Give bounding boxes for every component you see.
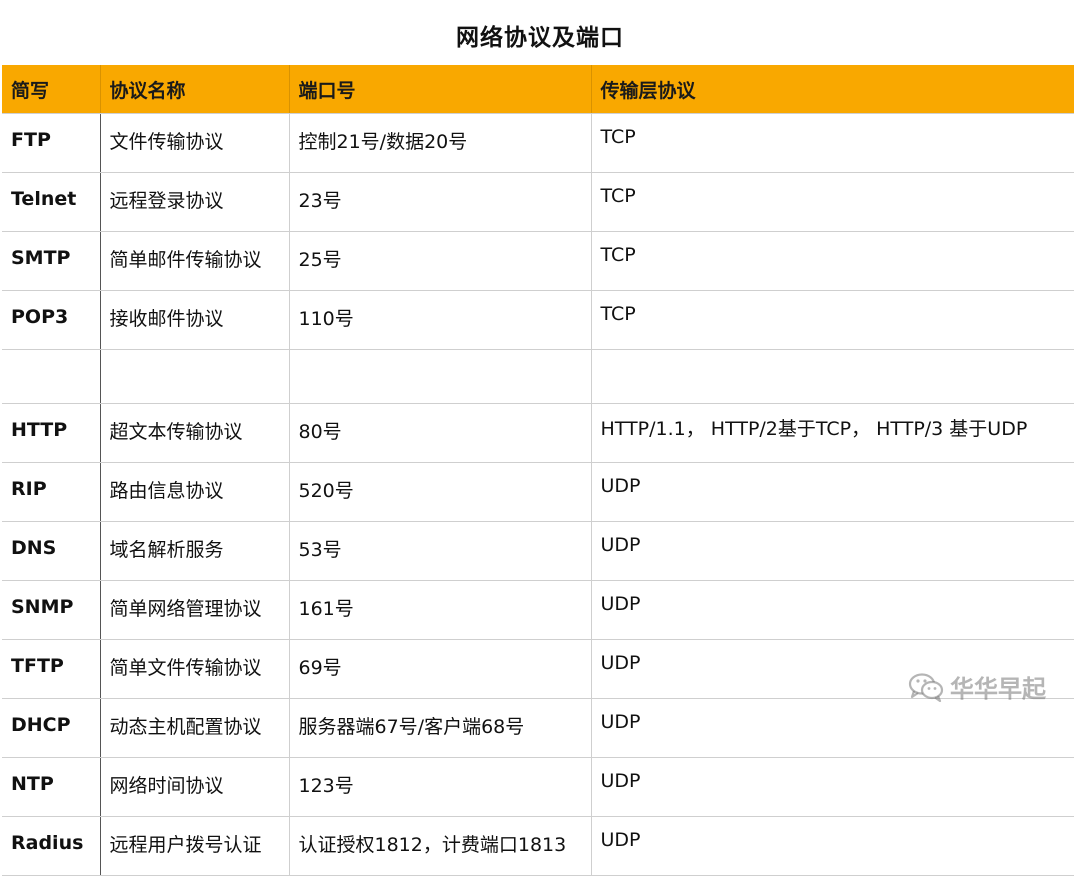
cell-port: 认证授权1812，计费端口1813 (289, 816, 592, 876)
cell-transport (591, 349, 1074, 404)
table-row: FTP 文件传输协议 控制21号/数据20号 TCP (2, 113, 1074, 173)
cell-transport: TCP (591, 231, 1074, 291)
table-row-empty (2, 349, 1074, 404)
cell-protocol-name: 超文本传输协议 (100, 403, 290, 463)
table-row: HTTP 超文本传输协议 80号 HTTP/1.1， HTTP/2基于TCP， … (2, 403, 1074, 463)
table-row: POP3 接收邮件协议 110号 TCP (2, 290, 1074, 350)
cell-transport: UDP (591, 698, 1074, 758)
cell-protocol-name: 动态主机配置协议 (100, 698, 290, 758)
cell-abbreviation: Radius (2, 816, 101, 876)
header-protocol-name: 协议名称 (100, 65, 290, 114)
cell-port: 123号 (289, 757, 592, 817)
table-row: DHCP 动态主机配置协议 服务器端67号/客户端68号 UDP (2, 698, 1074, 758)
cell-transport: HTTP/1.1， HTTP/2基于TCP， HTTP/3 基于UDP (591, 403, 1074, 463)
cell-port: 80号 (289, 403, 592, 463)
cell-protocol-name: 文件传输协议 (100, 113, 290, 173)
cell-protocol-name: 路由信息协议 (100, 462, 290, 522)
cell-port: 53号 (289, 521, 592, 581)
cell-protocol-name: 域名解析服务 (100, 521, 290, 581)
table-row: NTP 网络时间协议 123号 UDP (2, 757, 1074, 817)
page-title: 网络协议及端口 (456, 25, 624, 51)
cell-transport: UDP (591, 462, 1074, 522)
cell-protocol-name: 远程登录协议 (100, 172, 290, 232)
cell-port: 控制21号/数据20号 (289, 113, 592, 173)
watermark-text: 华华早起 (950, 675, 1046, 703)
cell-transport: UDP (591, 580, 1074, 640)
cell-abbreviation: TFTP (2, 639, 101, 699)
cell-abbreviation: HTTP (2, 403, 101, 463)
table-row: RIP 路由信息协议 520号 UDP (2, 462, 1074, 522)
cell-abbreviation: SNMP (2, 580, 101, 640)
cell-port: 161号 (289, 580, 592, 640)
cell-abbreviation: RIP (2, 462, 101, 522)
cell-protocol-name: 简单网络管理协议 (100, 580, 290, 640)
cell-transport: UDP (591, 757, 1074, 817)
cell-protocol-name: 简单文件传输协议 (100, 639, 290, 699)
cell-transport: TCP (591, 290, 1074, 350)
table-header-row: 简写 协议名称 端口号 传输层协议 (2, 65, 1074, 114)
wechat-icon (908, 672, 944, 702)
cell-protocol-name (100, 349, 290, 404)
cell-abbreviation (2, 349, 101, 404)
cell-port (289, 349, 592, 404)
cell-transport: UDP (591, 521, 1074, 581)
cell-port: 110号 (289, 290, 592, 350)
cell-abbreviation: POP3 (2, 290, 101, 350)
cell-abbreviation: FTP (2, 113, 101, 173)
cell-protocol-name: 远程用户拨号认证 (100, 816, 290, 876)
protocol-port-table: 简写 协议名称 端口号 传输层协议 FTP 文件传输协议 控制21号/数据20号… (2, 65, 1074, 876)
table-row: SNMP 简单网络管理协议 161号 UDP (2, 580, 1074, 640)
cell-abbreviation: SMTP (2, 231, 101, 291)
header-port: 端口号 (289, 65, 592, 114)
cell-abbreviation: DHCP (2, 698, 101, 758)
cell-port: 69号 (289, 639, 592, 699)
cell-protocol-name: 接收邮件协议 (100, 290, 290, 350)
table-row: DNS 域名解析服务 53号 UDP (2, 521, 1074, 581)
cell-transport: UDP (591, 816, 1074, 876)
cell-port: 25号 (289, 231, 592, 291)
cell-transport: TCP (591, 113, 1074, 173)
cell-protocol-name: 网络时间协议 (100, 757, 290, 817)
cell-port: 服务器端67号/客户端68号 (289, 698, 592, 758)
cell-abbreviation: DNS (2, 521, 101, 581)
table-row: Telnet 远程登录协议 23号 TCP (2, 172, 1074, 232)
table-row: SMTP 简单邮件传输协议 25号 TCP (2, 231, 1074, 291)
header-transport: 传输层协议 (591, 65, 1074, 114)
cell-transport: TCP (591, 172, 1074, 232)
watermark: 华华早起 (908, 669, 1046, 704)
table-row: Radius 远程用户拨号认证 认证授权1812，计费端口1813 UDP (2, 816, 1074, 876)
cell-abbreviation: NTP (2, 757, 101, 817)
cell-port: 520号 (289, 462, 592, 522)
cell-protocol-name: 简单邮件传输协议 (100, 231, 290, 291)
header-abbreviation: 简写 (2, 65, 101, 114)
cell-port: 23号 (289, 172, 592, 232)
cell-abbreviation: Telnet (2, 172, 101, 232)
